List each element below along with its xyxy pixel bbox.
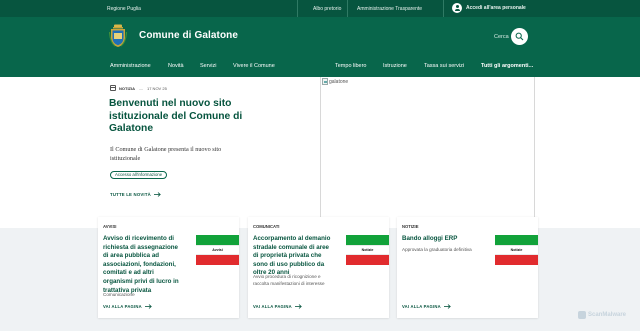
card-meta: Comunicazione: [103, 292, 135, 297]
all-news-link[interactable]: TUTTE LE NOVITÀ: [110, 192, 161, 197]
calendar-icon: [110, 85, 116, 91]
nav-item-novita[interactable]: Novità: [168, 63, 184, 69]
arrow-right-icon: [443, 304, 451, 309]
hero-image: galatone: [320, 77, 535, 228]
flag-label: Notizie: [495, 245, 538, 255]
main-nav: Amministrazione Novità Servizi Vivere il…: [0, 58, 640, 77]
card-more-link[interactable]: VAI ALLA PAGINA: [103, 304, 152, 309]
card-title[interactable]: Avviso di ricevimento di richiesta di as…: [103, 235, 185, 295]
divider: [347, 0, 348, 17]
card-category[interactable]: Avvisi: [103, 224, 116, 229]
card-description: Approvata la graduatoria definitiva: [402, 247, 472, 252]
hero-date: 17 NOV 25: [147, 85, 167, 91]
nav-item-amministrazione[interactable]: Amministrazione: [110, 63, 151, 69]
amministrazione-trasparente-link[interactable]: Amministrazione Trasparente: [357, 6, 422, 12]
flag-label: Notizie: [346, 245, 389, 255]
card-more-link[interactable]: VAI ALLA PAGINA: [253, 304, 302, 309]
card-title[interactable]: Bando alloggi ERP: [402, 235, 484, 244]
arrow-right-icon: [153, 192, 161, 197]
search-label: Cerca: [494, 34, 509, 40]
crest-logo[interactable]: [109, 24, 127, 48]
flag-green-band: [346, 235, 389, 245]
flag-label: Avvisi: [196, 245, 239, 255]
site-header: Comune di Galatone Cerca: [0, 17, 640, 58]
card-thumbnail: Notizie: [346, 235, 389, 265]
flag-red-band: [495, 255, 538, 265]
hero-title[interactable]: Benvenuti nel nuovo sito istituzionale d…: [109, 98, 249, 136]
login-label: Accedi all'area personale: [466, 5, 526, 11]
news-card[interactable]: Notizie Bando alloggi ERP Approvata la g…: [397, 217, 538, 318]
divider: [443, 0, 444, 17]
divider: [297, 0, 298, 17]
flag-green-band: [196, 235, 239, 245]
card-more-label: VAI ALLA PAGINA: [402, 304, 441, 309]
meta-separator: —: [139, 85, 143, 91]
arrow-right-icon: [294, 304, 302, 309]
hero-text: Il Comune di Galatone presenta il nuovo …: [110, 146, 222, 162]
flag-red-band: [346, 255, 389, 265]
broken-image: galatone: [322, 78, 348, 85]
nav-item-tassa-sui-servizi[interactable]: Tassa sui servizi: [424, 63, 464, 69]
card-category[interactable]: Notizie: [402, 224, 419, 229]
all-news-label: TUTTE LE NOVITÀ: [110, 192, 151, 197]
search-button[interactable]: [511, 28, 528, 45]
card-description: Avvio procedura di ricognizione e raccol…: [253, 274, 325, 286]
news-card[interactable]: Comunicati Accorpamento al demanio strad…: [248, 217, 389, 318]
nav-item-tempo-libero[interactable]: Tempo libero: [335, 63, 367, 69]
nav-item-tutti-gli-argomenti[interactable]: Tutti gli argomenti...: [481, 63, 533, 69]
image-alt-text: galatone: [329, 78, 349, 85]
hero-category[interactable]: Notizia: [119, 86, 135, 91]
nav-item-servizi[interactable]: Servizi: [200, 63, 217, 69]
card-category[interactable]: Comunicati: [253, 224, 279, 229]
hero-meta: Notizia — 17 NOV 25: [110, 85, 167, 91]
card-more-label: VAI ALLA PAGINA: [253, 304, 292, 309]
region-link[interactable]: Regione Puglia: [107, 6, 141, 12]
watermark-icon: [578, 311, 586, 319]
card-thumbnail: Notizie: [495, 235, 538, 265]
top-bar: Regione Puglia Albo pretorio Amministraz…: [0, 0, 640, 17]
arrow-right-icon: [144, 304, 152, 309]
broken-image-icon: [322, 78, 328, 85]
flag-green-band: [495, 235, 538, 245]
site-name[interactable]: Comune di Galatone: [139, 30, 238, 41]
topic-chip[interactable]: Accesso all'informazione: [110, 171, 168, 179]
login-button[interactable]: Accedi all'area personale: [452, 3, 526, 13]
card-title[interactable]: Accorpamento al demanio stradale comunal…: [253, 235, 335, 278]
card-thumbnail: Avvisi: [196, 235, 239, 265]
search-icon: [515, 32, 524, 41]
nav-item-istruzione[interactable]: Istruzione: [383, 63, 407, 69]
watermark: ScanMalware: [578, 311, 626, 319]
news-card[interactable]: Avvisi Avviso di ricevimento di richiest…: [98, 217, 239, 318]
card-more-label: VAI ALLA PAGINA: [103, 304, 142, 309]
user-icon: [452, 3, 462, 13]
albo-pretorio-link[interactable]: Albo pretorio: [313, 6, 341, 12]
watermark-text: ScanMalware: [588, 312, 627, 318]
flag-red-band: [196, 255, 239, 265]
card-more-link[interactable]: VAI ALLA PAGINA: [402, 304, 451, 309]
nav-item-vivere-il-comune[interactable]: Vivere il Comune: [233, 63, 275, 69]
